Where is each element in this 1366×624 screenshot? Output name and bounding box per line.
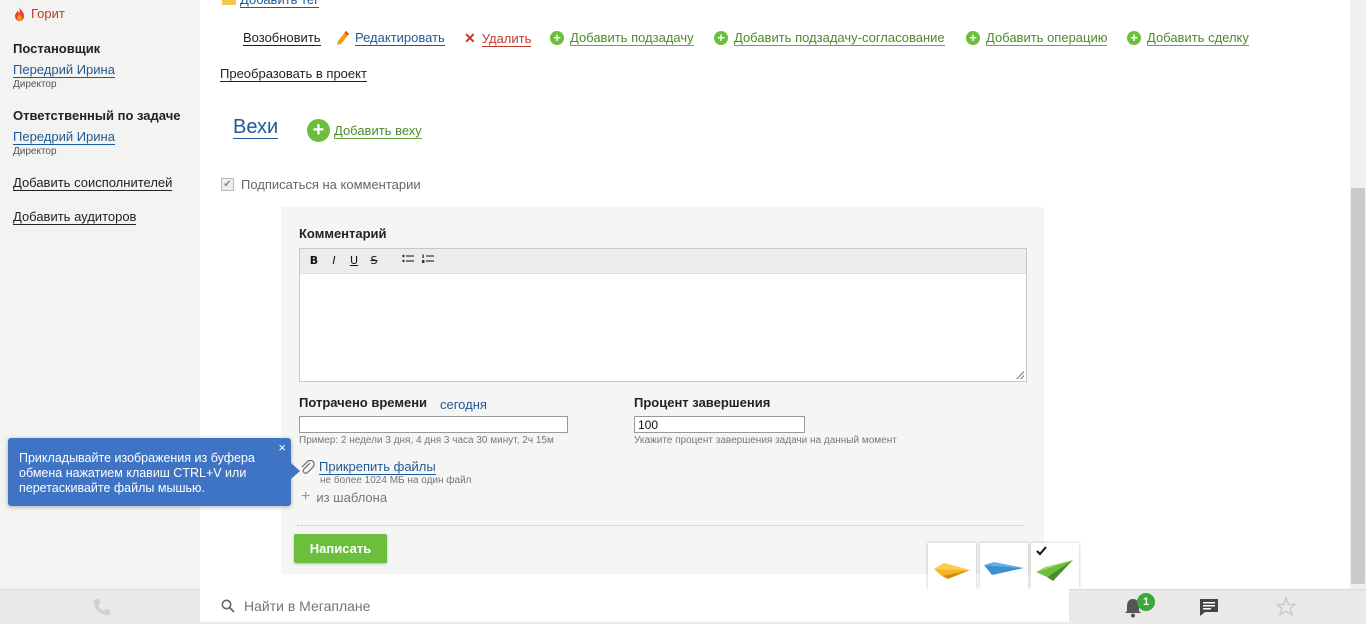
today-link[interactable]: сегодня — [440, 397, 487, 412]
plane-green-icon — [1036, 546, 1073, 581]
flame-icon — [15, 6, 24, 21]
scrollbar-thumb[interactable] — [1351, 188, 1365, 584]
subscribe-checkbox-row[interactable]: ✔ Подписаться на комментарии — [221, 177, 421, 192]
attach-files[interactable]: Прикрепить файлы — [300, 459, 436, 475]
italic-button[interactable]: I — [326, 253, 342, 269]
strikethrough-button[interactable]: S — [366, 253, 382, 269]
add-operation-link[interactable]: Добавить операцию — [986, 30, 1108, 46]
plus-icon: + — [301, 488, 311, 505]
delete-action[interactable]: ✕ Удалить — [464, 30, 532, 47]
responsible-heading: Ответственный по задаче — [13, 108, 181, 123]
plus-circle-icon: + — [714, 31, 728, 45]
add-approval-subtask-link[interactable]: Добавить подзадачу-согласование — [734, 30, 945, 46]
paste-hint-tooltip: Прикладывайте изображения из буфера обме… — [8, 438, 300, 506]
add-milestone[interactable]: + Добавить веху — [307, 119, 422, 142]
subscribe-label: Подписаться на комментарии — [241, 177, 421, 192]
bullet-list-icon[interactable] — [400, 253, 416, 269]
edit-action[interactable]: Редактировать — [337, 30, 445, 46]
setter-name-link[interactable]: Передрий Ирина — [13, 62, 115, 78]
add-coexecutors-link[interactable]: Добавить соисполнителей — [13, 175, 173, 191]
convert-project-link[interactable]: Преобразовать в проект — [220, 66, 367, 82]
underline-button[interactable]: U — [346, 253, 362, 269]
add-subtask-action[interactable]: + Добавить подзадачу — [550, 30, 694, 46]
tooltip-arrow — [291, 463, 300, 479]
add-deal-link[interactable]: Добавить сделку — [1147, 30, 1249, 46]
time-spent-hint: Пример: 2 недели 3 дня, 4 дня 3 часа 30 … — [299, 435, 554, 446]
plus-circle-icon: + — [307, 119, 330, 142]
pencil-icon — [337, 31, 349, 45]
resume-link[interactable]: Возобновить — [243, 30, 321, 46]
plane-blue-button[interactable] — [980, 543, 1028, 589]
comment-textarea[interactable] — [300, 274, 1026, 380]
responsible-name-link[interactable]: Передрий Ирина — [13, 129, 115, 145]
plane-blue-icon — [984, 562, 1024, 575]
attach-files-link[interactable]: Прикрепить файлы — [319, 459, 436, 475]
submit-comment-button[interactable]: Написать — [294, 534, 387, 563]
convert-project-action[interactable]: Преобразовать в проект — [220, 66, 367, 82]
add-operation-action[interactable]: + Добавить операцию — [966, 30, 1108, 46]
comment-editor[interactable]: B I U S — [299, 248, 1027, 382]
tooltip-text: Прикладывайте изображения из буфера обме… — [19, 451, 255, 495]
time-spent-label: Потрачено времени — [299, 395, 428, 410]
completion-percent-input[interactable] — [634, 416, 805, 433]
status-label: Горит — [31, 6, 65, 21]
add-milestone-link[interactable]: Добавить веху — [334, 123, 422, 139]
completion-percent-hint: Укажите процент завершения задачи на дан… — [634, 435, 897, 446]
add-auditors-link[interactable]: Добавить аудиторов — [13, 209, 137, 225]
chat-icon[interactable] — [1199, 598, 1219, 617]
completion-percent-label: Процент завершения — [634, 395, 771, 410]
attach-hint: не более 1024 МБ на один файл — [320, 475, 472, 486]
numbered-list-icon[interactable] — [420, 253, 436, 269]
plane-yellow-button[interactable] — [928, 543, 976, 589]
search-input[interactable] — [242, 597, 646, 615]
editor-toolbar: B I U S — [300, 249, 1026, 274]
responsible-role: Директор — [13, 146, 57, 157]
plus-circle-icon: + — [1127, 31, 1141, 45]
priority-status: Горит — [14, 6, 65, 21]
resume-action[interactable]: Возобновить — [243, 30, 321, 46]
comment-label: Комментарий — [299, 226, 387, 241]
cross-icon: ✕ — [464, 30, 476, 46]
edit-link[interactable]: Редактировать — [355, 30, 445, 46]
bold-button[interactable]: B — [306, 253, 322, 269]
time-spent-input[interactable] — [299, 416, 568, 433]
star-icon[interactable] — [1276, 597, 1296, 617]
add-tag-link[interactable]: Добавить тег — [240, 0, 319, 8]
tag-icon — [222, 0, 236, 5]
setter-heading: Постановщик — [13, 41, 101, 56]
subscribe-checkbox[interactable]: ✔ — [221, 178, 234, 191]
resize-grip-icon[interactable] — [1016, 371, 1024, 379]
phone-icon[interactable] — [92, 597, 112, 617]
plus-circle-icon: + — [550, 31, 564, 45]
delete-link[interactable]: Удалить — [481, 31, 532, 47]
plane-green-button[interactable] — [1031, 543, 1079, 589]
milestones-title[interactable]: Вехи — [233, 116, 279, 139]
divider — [297, 525, 1023, 526]
notification-badge: 1 — [1137, 593, 1155, 611]
add-approval-subtask-action[interactable]: + Добавить подзадачу-согласование — [714, 30, 945, 46]
plus-circle-icon: + — [966, 31, 980, 45]
add-deal-action[interactable]: + Добавить сделку — [1127, 30, 1249, 46]
close-icon[interactable]: × — [278, 440, 286, 455]
from-template[interactable]: + из шаблона — [301, 488, 387, 506]
search-icon — [221, 599, 235, 613]
plane-yellow-icon — [934, 563, 970, 579]
paperclip-icon — [301, 459, 315, 474]
setter-role: Директор — [13, 79, 57, 90]
from-template-label[interactable]: из шаблона — [316, 490, 387, 505]
add-tag[interactable]: Добавить тег — [222, 0, 319, 8]
add-subtask-link[interactable]: Добавить подзадачу — [570, 30, 694, 46]
